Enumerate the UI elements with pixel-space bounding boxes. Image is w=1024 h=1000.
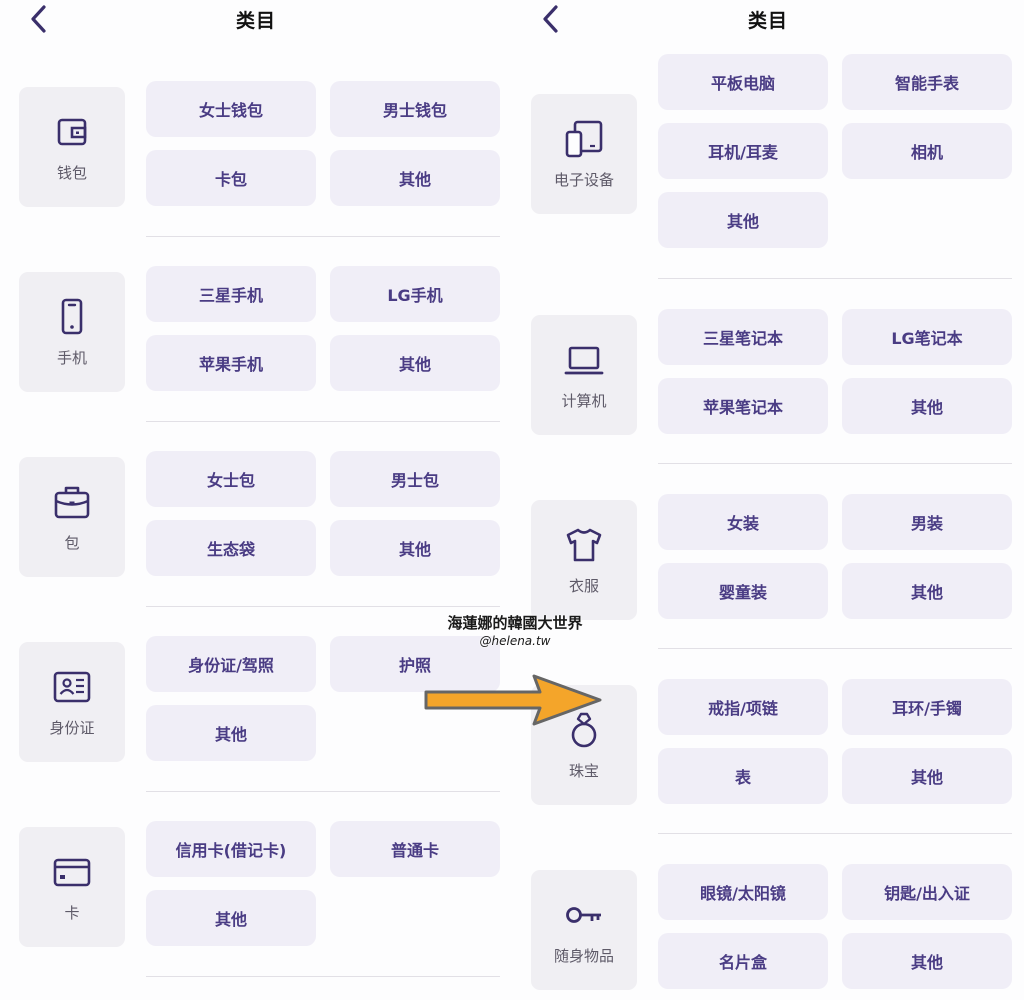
category-tile-clothing[interactable]: 衣服: [531, 500, 637, 620]
category-label: 钱包: [56, 163, 87, 182]
category-label: 随身物品: [553, 946, 614, 965]
subcategory-chip[interactable]: 名片盒: [658, 933, 828, 989]
subcategory-chip[interactable]: 信用卡(借记卡): [146, 821, 316, 877]
subcategory-chip[interactable]: 其他: [146, 890, 316, 946]
category-row-electronics: 电子设备 平板电脑 智能手表 耳机/耳麦 相机 其他: [512, 0, 1024, 279]
subcategory-chip[interactable]: 其他: [842, 933, 1012, 989]
subcategory-chip[interactable]: 生态袋: [146, 520, 316, 576]
subcategory-chip[interactable]: 其他: [330, 520, 500, 576]
left-screen: 类目 钱包 女士钱包 男士钱包 卡包 其他 手机 三星手机 LG手机 苹果手机 …: [0, 0, 512, 1000]
divider: [658, 648, 1012, 649]
subcategory-chip[interactable]: 男装: [842, 494, 1012, 550]
subcategory-chip[interactable]: 其他: [842, 378, 1012, 434]
wallet-icon: [57, 118, 87, 145]
category-label: 珠宝: [568, 761, 599, 780]
category-row-clothing: 衣服 女装 男装 婴童装 其他: [512, 464, 1024, 650]
category-row-card: 卡 信用卡(借记卡) 普通卡 其他: [0, 784, 512, 977]
credit-card-icon: [53, 858, 91, 886]
divider: [146, 976, 500, 977]
category-row-wallet: 钱包 女士钱包 男士钱包 卡包 其他: [0, 40, 512, 237]
category-tile-jewelry[interactable]: 珠宝: [531, 685, 637, 805]
subcategory-chip[interactable]: 其他: [842, 748, 1012, 804]
subcategory-chip[interactable]: 三星笔记本: [658, 309, 828, 365]
subcategory-chip[interactable]: 三星手机: [146, 266, 316, 322]
tablet-icon: [565, 120, 603, 157]
subcategory-chip[interactable]: 普通卡: [330, 821, 500, 877]
subcategory-chip[interactable]: 智能手表: [842, 54, 1012, 110]
subcategory-chip[interactable]: 女装: [658, 494, 828, 550]
category-tile-phone[interactable]: 手机: [19, 272, 125, 392]
category-tile-wallet[interactable]: 钱包: [19, 87, 125, 207]
subcategory-chip[interactable]: 身份证/驾照: [146, 636, 316, 692]
subcategory-chip[interactable]: 苹果笔记本: [658, 378, 828, 434]
header: 类目: [0, 0, 512, 40]
subcategory-chip[interactable]: 表: [658, 748, 828, 804]
id-card-icon: [53, 671, 91, 702]
category-tile-bag[interactable]: 包: [19, 457, 125, 577]
subcategory-chip[interactable]: 钥匙/出入证: [842, 864, 1012, 920]
category-label: 身份证: [49, 718, 95, 737]
subcategory-chip[interactable]: 女士钱包: [146, 81, 316, 137]
category-label: 衣服: [568, 576, 599, 595]
subcategory-chip[interactable]: 其他: [842, 563, 1012, 619]
subcategory-chip[interactable]: 卡包: [146, 150, 316, 206]
category-list[interactable]: 电子设备 平板电脑 智能手表 耳机/耳麦 相机 其他 计算机 三星笔记本 LG笔…: [512, 0, 1024, 1000]
subcategory-chip[interactable]: 男士包: [330, 451, 500, 507]
subcategory-chip[interactable]: 其他: [658, 192, 828, 248]
subcategory-chip[interactable]: LG笔记本: [842, 309, 1012, 365]
category-tile-computer[interactable]: 计算机: [531, 315, 637, 435]
page-title: 类目: [747, 10, 788, 32]
category-row-computer: 计算机 三星笔记本 LG笔记本 苹果笔记本 其他: [512, 278, 1024, 464]
category-label: 包: [64, 533, 80, 552]
category-label: 计算机: [561, 391, 607, 410]
right-screen: 电子设备 平板电脑 智能手表 耳机/耳麦 相机 其他 计算机 三星笔记本 LG笔…: [512, 0, 1024, 1000]
ring-icon: [571, 712, 597, 747]
shirt-icon: [566, 528, 602, 561]
category-label: 手机: [56, 348, 87, 367]
subcategory-chip[interactable]: 眼镜/太阳镜: [658, 864, 828, 920]
category-row-bag: 包 女士包 男士包 生态袋 其他: [0, 412, 512, 607]
phone-icon: [61, 298, 83, 334]
subcategory-chip[interactable]: 平板电脑: [658, 54, 828, 110]
subcategory-chip[interactable]: 其他: [146, 705, 316, 761]
category-tile-card[interactable]: 卡: [19, 827, 125, 947]
category-tile-personal-items[interactable]: 随身物品: [531, 870, 637, 990]
subcategory-chip[interactable]: 耳环/手镯: [842, 679, 1012, 735]
subcategory-chip[interactable]: 护照: [330, 636, 500, 692]
category-label: 卡: [64, 903, 80, 922]
category-tile-electronics[interactable]: 电子设备: [531, 94, 637, 214]
category-row-id: 身份证 身份证/驾照 护照 其他: [0, 598, 512, 792]
subcategory-chip[interactable]: 其他: [330, 335, 500, 391]
bag-icon: [54, 486, 90, 518]
subcategory-chip[interactable]: LG手机: [330, 266, 500, 322]
laptop-icon: [564, 346, 604, 374]
category-label: 电子设备: [553, 170, 614, 189]
divider: [658, 833, 1012, 834]
header: 类目: [512, 0, 1024, 40]
key-icon: [566, 906, 601, 923]
category-row-personal: 随身物品 眼镜/太阳镜 钥匙/出入证 名片盒 其他: [512, 836, 1024, 1000]
subcategory-chip[interactable]: 戒指/项链: [658, 679, 828, 735]
category-row-jewelry: 珠宝 戒指/项链 耳环/手镯 表 其他: [512, 650, 1024, 836]
subcategory-chip[interactable]: 耳机/耳麦: [658, 123, 828, 179]
subcategory-chip[interactable]: 相机: [842, 123, 1012, 179]
subcategory-chip[interactable]: 男士钱包: [330, 81, 500, 137]
category-row-phone: 手机 三星手机 LG手机 苹果手机 其他: [0, 226, 512, 422]
page-title: 类目: [235, 10, 276, 32]
subcategory-chip[interactable]: 苹果手机: [146, 335, 316, 391]
category-list[interactable]: 钱包 女士钱包 男士钱包 卡包 其他 手机 三星手机 LG手机 苹果手机 其他 …: [0, 40, 512, 1000]
subcategory-chip[interactable]: 婴童装: [658, 563, 828, 619]
subcategory-chip[interactable]: 女士包: [146, 451, 316, 507]
category-tile-id-card[interactable]: 身份证: [19, 642, 125, 762]
subcategory-chip[interactable]: 其他: [330, 150, 500, 206]
